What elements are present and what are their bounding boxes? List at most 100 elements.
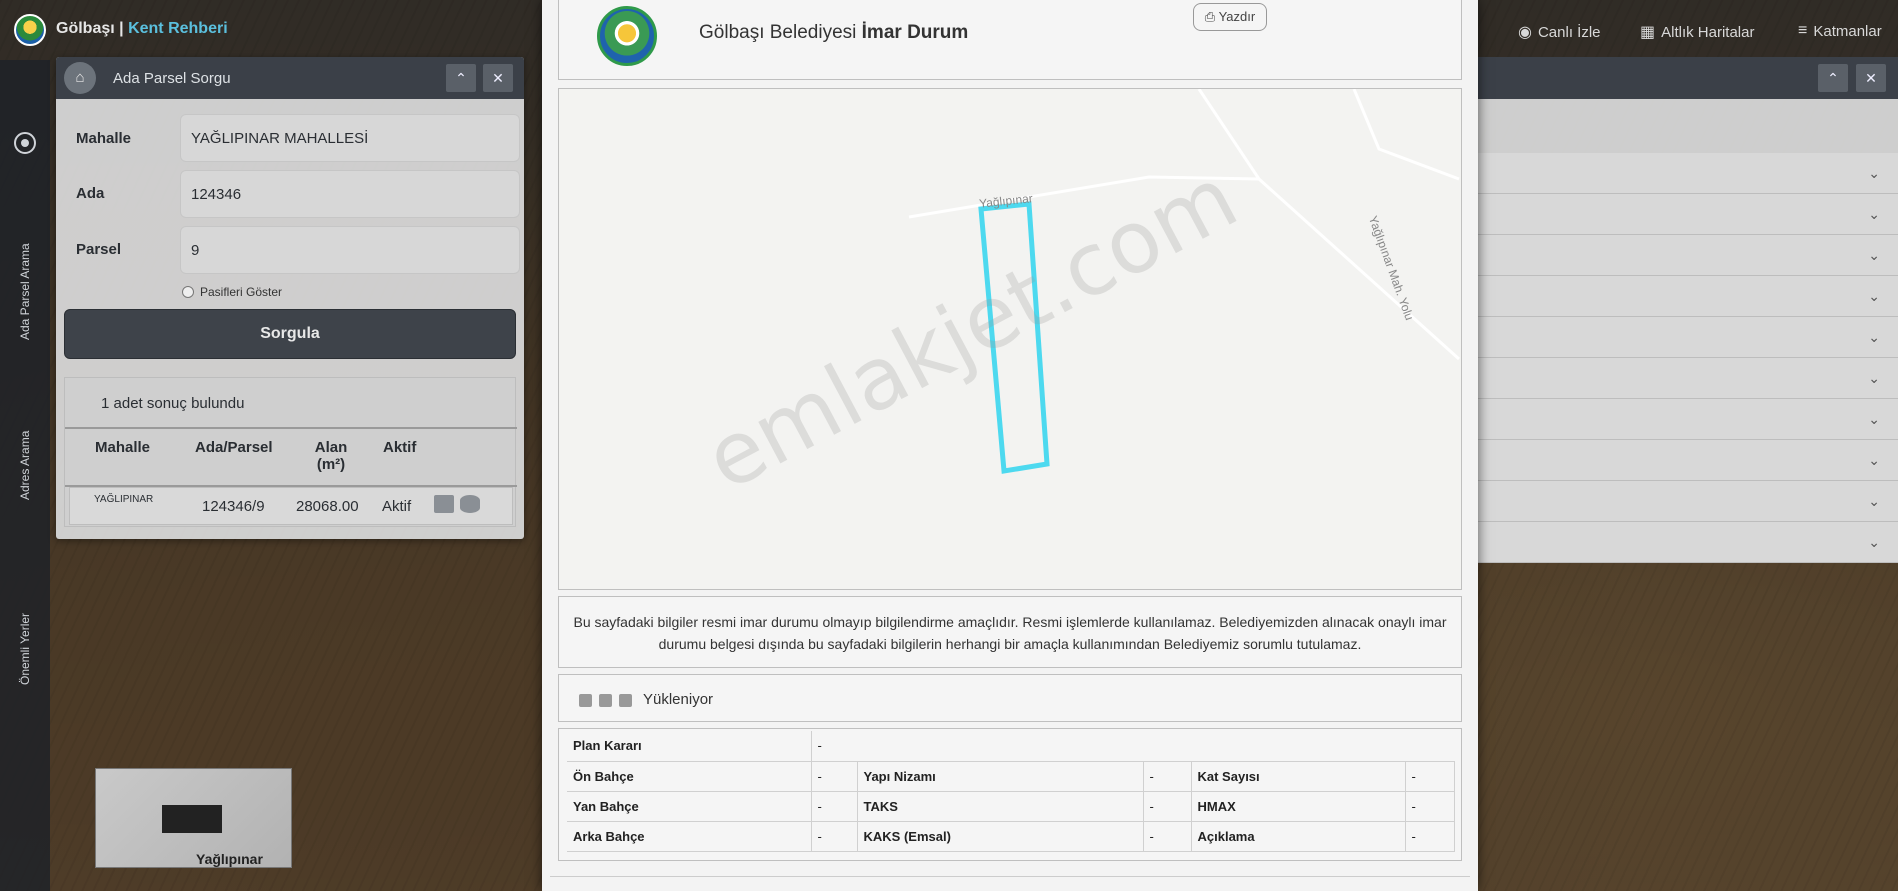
- layer-group-row[interactable]: ⌄: [1478, 481, 1898, 522]
- layer-group-row[interactable]: ⌄: [1478, 235, 1898, 276]
- zoning-status-modal: Gölbaşı Belediyesi İmar Durum ⎙ Yazdır e…: [542, 0, 1478, 891]
- building-order-value: -: [1143, 761, 1192, 792]
- hmax-value: -: [1405, 791, 1455, 822]
- ada-label: Ada: [76, 185, 105, 202]
- result-table-header: Mahalle Ada/Parsel Alan (m²) Aktif: [65, 427, 517, 487]
- road-line: [1352, 89, 1460, 181]
- parcel-map[interactable]: emlakjet.com Yağlıpınar Yağlıpınar Mah. …: [558, 88, 1462, 590]
- chevron-down-icon: ⌄: [1868, 165, 1880, 181]
- loading-indicator: Yükleniyor: [558, 674, 1462, 722]
- collapse-button[interactable]: ⌃: [446, 64, 476, 92]
- live-view-link[interactable]: ◉ Canlı İzle: [1518, 22, 1601, 42]
- parcel-icon: ⌂: [64, 62, 96, 94]
- side-garden-label: Yan Bahçe: [567, 791, 812, 822]
- chevron-down-icon: ⌄: [1868, 206, 1880, 222]
- layer-group-row[interactable]: ⌄: [1478, 276, 1898, 317]
- parsel-label: Parsel: [76, 241, 122, 258]
- app-title: Gölbaşı | Kent Rehberi: [56, 20, 228, 37]
- taks-value: -: [1143, 791, 1192, 822]
- rail-parcel-search[interactable]: Ada Parsel Arama: [8, 190, 42, 340]
- chevron-down-icon: ⌄: [1868, 452, 1880, 468]
- broadcast-icon: ◉: [1518, 24, 1532, 41]
- locate-icon[interactable]: [14, 132, 36, 154]
- municipality-seal: [597, 6, 657, 66]
- front-garden-value: -: [811, 761, 858, 792]
- layers-icon: ≡: [1798, 22, 1808, 39]
- hmax-label: HMAX: [1191, 791, 1406, 822]
- col-alan: Alan (m²): [314, 439, 348, 473]
- printer-icon: ⎙: [1204, 9, 1216, 24]
- layers-collapse-button[interactable]: ⌃: [1818, 64, 1848, 92]
- modal-title: Gölbaşı Belediyesi İmar Durum: [699, 22, 969, 43]
- chevron-down-icon: ⌄: [1868, 493, 1880, 509]
- mahalle-label: Mahalle: [76, 130, 132, 147]
- print-button[interactable]: ⎙ Yazdır: [1193, 3, 1267, 31]
- loading-dot: [619, 694, 632, 707]
- parcel-query-panel: ⌂ Ada Parsel Sorgu ⌃ ✕ Mahalle Ada Parse…: [56, 57, 524, 539]
- layers-link[interactable]: ≡ Katmanlar: [1798, 22, 1882, 40]
- ada-field[interactable]: [180, 170, 520, 218]
- panel-header: ⌂ Ada Parsel Sorgu ⌃ ✕: [56, 57, 524, 99]
- overview-minimap[interactable]: Yağlıpınar: [95, 768, 292, 868]
- rear-garden-label: Arka Bahçe: [567, 821, 812, 852]
- zoning-info-table: Plan Kararı - Ön Bahçe - Yapı Nizamı - K…: [558, 728, 1462, 861]
- layer-group-row[interactable]: ⌄: [1478, 317, 1898, 358]
- show-passive-label: Pasifleri Göster: [200, 285, 283, 299]
- show-on-map-icon[interactable]: [434, 495, 454, 513]
- layer-group-row[interactable]: ⌄: [1478, 358, 1898, 399]
- chevron-down-icon: ⌄: [1868, 288, 1880, 304]
- layers-close-button[interactable]: ✕: [1856, 64, 1886, 92]
- row-mahalle: YAĞLIPINAR: [94, 494, 154, 505]
- col-aktif: Aktif: [383, 439, 417, 456]
- mahalle-field[interactable]: [180, 114, 520, 162]
- municipality-logo[interactable]: [14, 14, 46, 46]
- kaks-label: KAKS (Emsal): [857, 821, 1144, 852]
- show-passive-checkbox[interactable]: [182, 286, 194, 298]
- left-rail: Ada Parsel Arama Adres Arama Önemli Yerl…: [0, 60, 50, 891]
- table-row[interactable]: YAĞLIPINAR 124346/9 28068.00 Aktif: [69, 487, 513, 525]
- description-value: -: [1405, 821, 1455, 852]
- minimap-label: Yağlıpınar: [196, 851, 263, 867]
- layer-group-row[interactable]: ⌄: [1478, 194, 1898, 235]
- query-button[interactable]: Sorgula: [64, 309, 516, 359]
- table-row: Plan Kararı -: [567, 731, 1455, 762]
- close-button[interactable]: ✕: [483, 64, 513, 92]
- layer-group-row[interactable]: ⌄: [1478, 522, 1898, 563]
- description-label: Açıklama: [1191, 821, 1406, 852]
- layer-group-row[interactable]: ⌄: [1478, 399, 1898, 440]
- floor-count-value: -: [1405, 761, 1455, 792]
- chevron-down-icon: ⌄: [1868, 370, 1880, 386]
- loading-dot: [579, 694, 592, 707]
- side-garden-value: -: [811, 791, 858, 822]
- result-count: 1 adet sonuç bulundu: [101, 395, 245, 412]
- col-ada-parsel: Ada/Parsel: [195, 439, 273, 456]
- loading-text: Yükleniyor: [643, 691, 714, 708]
- rail-address-search[interactable]: Adres Arama: [8, 390, 42, 500]
- map-icon: ▦: [1640, 24, 1656, 41]
- layers-panel: ⌃ ✕ ⌄ ⌄ ⌄ ⌄ ⌄ ⌄ ⌄ ⌄ ⌄ ⌄: [1478, 57, 1898, 563]
- chevron-down-icon: ⌄: [1868, 411, 1880, 427]
- layer-group-row[interactable]: ⌄: [1478, 440, 1898, 481]
- row-aktif: Aktif: [382, 498, 412, 515]
- base-maps-link[interactable]: ▦ Altlık Haritalar: [1640, 22, 1754, 42]
- front-garden-label: Ön Bahçe: [567, 761, 812, 792]
- table-row: Arka Bahçe - KAKS (Emsal) - Açıklama -: [567, 821, 1455, 852]
- loading-dot: [599, 694, 612, 707]
- disclaimer-text: Bu sayfadaki bilgiler resmi imar durumu …: [558, 596, 1462, 668]
- result-box: 1 adet sonuç bulundu Mahalle Ada/Parsel …: [64, 377, 517, 527]
- floor-count-label: Kat Sayısı: [1191, 761, 1406, 792]
- building-order-label: Yapı Nizamı: [857, 761, 1144, 792]
- chevron-down-icon: ⌄: [1868, 329, 1880, 345]
- parsel-field[interactable]: [180, 226, 520, 274]
- rail-important-places[interactable]: Önemli Yerler: [8, 575, 42, 685]
- chevron-down-icon: ⌄: [1868, 534, 1880, 550]
- row-alan: 28068.00: [296, 498, 359, 515]
- database-icon[interactable]: [460, 495, 480, 513]
- rear-garden-value: -: [811, 821, 858, 852]
- layer-group-row[interactable]: ⌄: [1478, 153, 1898, 194]
- plan-decision-value: -: [811, 731, 1455, 762]
- minimap-viewport: [162, 805, 222, 833]
- taks-label: TAKS: [857, 791, 1144, 822]
- modal-header: Gölbaşı Belediyesi İmar Durum ⎙ Yazdır: [558, 0, 1462, 80]
- kaks-value: -: [1143, 821, 1192, 852]
